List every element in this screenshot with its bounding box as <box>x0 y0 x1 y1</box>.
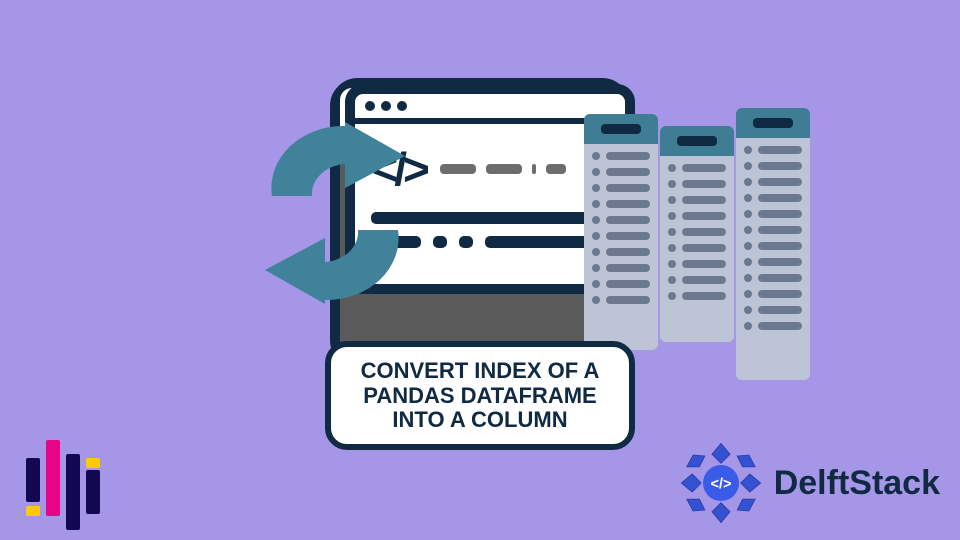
svg-text:</>: </> <box>710 476 731 492</box>
column <box>736 108 810 380</box>
hero-graphic: </> <box>220 38 740 438</box>
caption-line: CONVERT INDEX OF A <box>341 359 619 383</box>
pandas-logo-icon <box>20 440 100 530</box>
brand: </> DelftStack <box>676 438 940 528</box>
caption-line: PANDAS DATAFRAME <box>341 384 619 408</box>
brand-name: DelftStack <box>774 464 940 503</box>
swap-arrows-icon <box>250 118 420 308</box>
data-columns-icon <box>584 114 810 380</box>
delftstack-rosette-icon: </> <box>676 438 766 528</box>
caption-line: INTO A COLUMN <box>341 408 619 432</box>
column <box>660 126 734 342</box>
column <box>584 114 658 350</box>
caption-pill: CONVERT INDEX OF A PANDAS DATAFRAME INTO… <box>325 341 635 450</box>
